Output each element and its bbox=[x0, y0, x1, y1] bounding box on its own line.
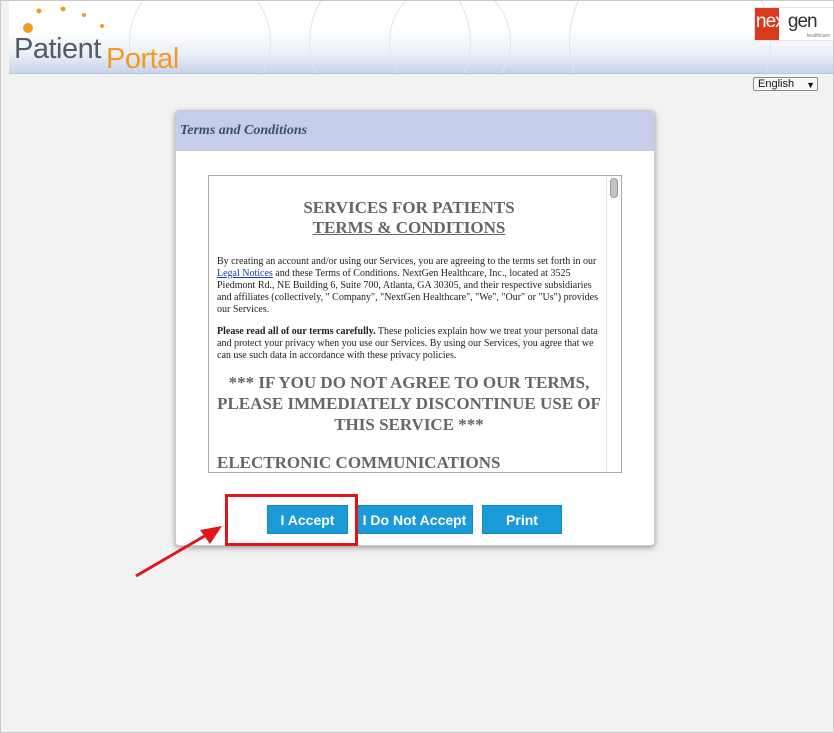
chevron-down-icon: ▼ bbox=[806, 80, 815, 90]
accept-highlight-annotation bbox=[225, 494, 358, 546]
brand-subtext: healthcare bbox=[806, 33, 830, 39]
terms-dialog: Terms and Conditions SERVICES FOR PATIEN… bbox=[175, 110, 655, 546]
brand-text-gen: gen bbox=[787, 11, 818, 32]
print-button[interactable]: Print bbox=[482, 505, 562, 534]
nextgen-logo: nextgen healthcare bbox=[754, 7, 833, 41]
terms-paragraph-1-start: By creating an account and/or using our … bbox=[217, 256, 597, 267]
patient-portal-logo[interactable]: Patient Portal bbox=[14, 5, 214, 73]
header-decoration bbox=[569, 1, 771, 73]
logo-dots-icon bbox=[23, 6, 104, 33]
terms-content: SERVICES FOR PATIENTS TERMS & CONDITIONS… bbox=[217, 198, 601, 472]
terms-paragraph-2: Please read all of our terms carefully. … bbox=[217, 326, 601, 362]
logo-text-patient: Patient bbox=[14, 33, 101, 65]
scroll-thumb[interactable] bbox=[610, 178, 618, 198]
legal-notices-link[interactable]: Legal Notices bbox=[217, 268, 273, 279]
header-decoration bbox=[389, 1, 511, 73]
dialog-header: Terms and Conditions bbox=[176, 111, 654, 151]
brand-text: nextgen bbox=[756, 11, 818, 33]
app-header: Patient Portal nextgen healthcare bbox=[9, 1, 833, 74]
decline-button[interactable]: I Do Not Accept bbox=[356, 505, 473, 534]
terms-paragraph-2-bold: Please read all of our terms carefully. bbox=[217, 326, 376, 337]
terms-scroll-area[interactable]: SERVICES FOR PATIENTS TERMS & CONDITIONS… bbox=[208, 175, 622, 473]
terms-scrollbar[interactable] bbox=[606, 176, 621, 472]
terms-section-heading: ELECTRONIC COMMUNICATIONS bbox=[217, 453, 501, 472]
terms-paragraph-1-end: and these Terms of Conditions. NextGen H… bbox=[217, 268, 599, 315]
brand-text-next: next bbox=[756, 11, 789, 32]
language-selected-value: English bbox=[758, 78, 795, 90]
logo-text-portal: Portal bbox=[106, 43, 179, 74]
arrow-annotation-icon bbox=[135, 526, 222, 578]
dialog-title: Terms and Conditions bbox=[180, 123, 308, 138]
terms-heading: SERVICES FOR PATIENTS bbox=[303, 198, 515, 217]
language-select[interactable]: English ▼ bbox=[753, 77, 818, 91]
terms-warning: *** IF YOU DO NOT AGREE TO OUR TERMS, PL… bbox=[217, 373, 601, 434]
terms-subheading: TERMS & CONDITIONS bbox=[312, 218, 506, 237]
terms-paragraph-1: By creating an account and/or using our … bbox=[217, 256, 601, 316]
